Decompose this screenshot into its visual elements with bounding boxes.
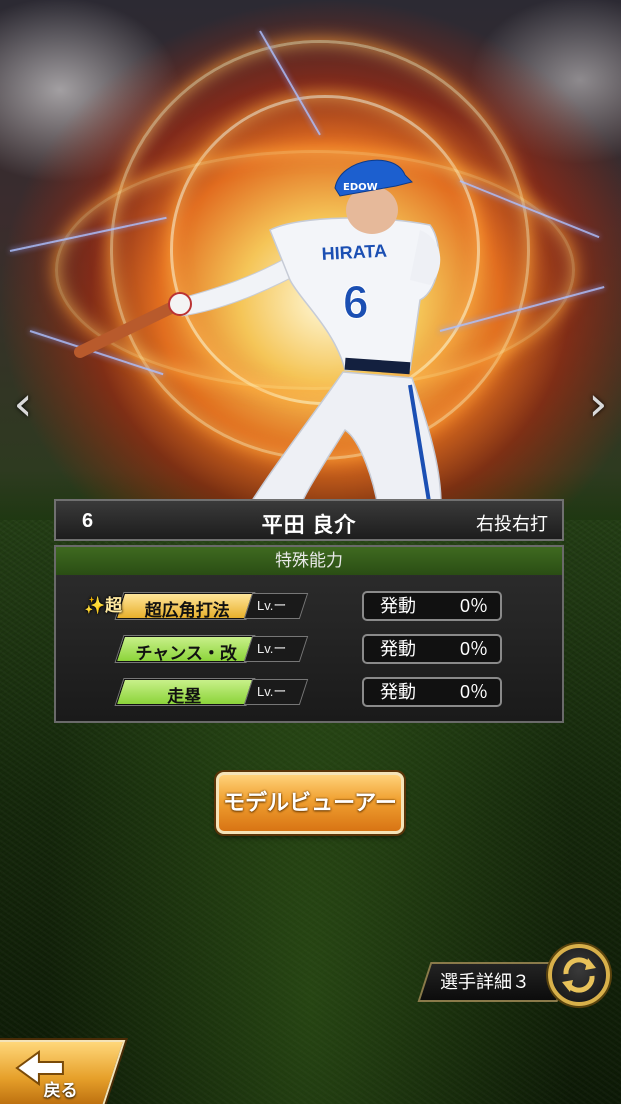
panel-header: 特殊能力	[56, 547, 562, 575]
activation-label: 発動	[380, 682, 416, 702]
refresh-arrows-icon	[562, 957, 596, 993]
ability-activation: 発動 0％	[362, 677, 502, 707]
special-abilities-panel: 特殊能力 ✨超 超広角打法 Lv.ー 発動 0％ チャンス・改 Lv.ー 発動 …	[54, 545, 564, 723]
activation-label: 発動	[380, 639, 416, 659]
ability-activation: 発動 0％	[362, 634, 502, 664]
ability-tag: 超広角打法	[115, 593, 255, 620]
ability-tag: チャンス・改	[115, 636, 255, 663]
throw-bat-hand: 右投右打	[476, 514, 548, 534]
ability-name: 走塁	[167, 687, 202, 706]
ability-tag: 走塁	[115, 679, 255, 706]
ability-level: Lv.ー	[243, 636, 309, 662]
switch-icon[interactable]	[548, 944, 610, 1006]
back-label: 戻る	[43, 1081, 78, 1100]
activation-rate: 0％	[459, 639, 488, 659]
activation-rate: 0％	[459, 596, 488, 616]
next-player-arrow[interactable]: ›	[583, 380, 613, 428]
batter-illustration: EDOW HIRATA 6	[74, 159, 442, 520]
ability-row: ✨超 超広角打法 Lv.ー 発動 0％	[56, 591, 562, 621]
jersey-name: HIRATA	[321, 241, 387, 264]
activation-label: 発動	[380, 596, 416, 616]
ability-activation: 発動 0％	[362, 591, 502, 621]
ability-row: 走塁 Lv.ー 発動 0％	[56, 677, 562, 707]
cap-logo: EDOW	[343, 182, 378, 193]
ability-name: チャンス・改	[135, 644, 237, 663]
ability-row: チャンス・改 Lv.ー 発動 0％	[56, 634, 562, 664]
ability-name: 超広角打法	[144, 601, 230, 620]
ability-level: Lv.ー	[243, 679, 309, 705]
player-detail-label: 選手詳細３	[440, 972, 530, 992]
player-detail-tab[interactable]: 選手詳細３	[417, 962, 571, 1002]
jersey-number: 6	[343, 276, 369, 328]
player-info-bar: 6 平田 良介 右投右打	[54, 499, 564, 541]
screen: EDOW HIRATA 6 ‹ › 6 平田 良介 右投右打 特殊能力 ✨超 超…	[0, 0, 621, 1104]
model-viewer-button[interactable]: モデルビューアー	[216, 772, 404, 834]
prev-player-arrow[interactable]: ‹	[8, 380, 38, 428]
ability-level: Lv.ー	[243, 593, 309, 619]
back-button[interactable]: 戻る	[0, 1040, 126, 1104]
activation-rate: 0％	[459, 682, 488, 702]
player-card-art: EDOW HIRATA 6	[0, 0, 621, 520]
super-badge: ✨超	[84, 596, 123, 615]
